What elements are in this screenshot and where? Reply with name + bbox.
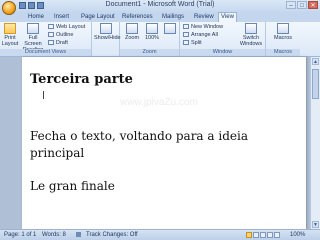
tab-references[interactable]: References (120, 13, 155, 22)
full-screen-view-icon[interactable] (253, 232, 259, 238)
print-layout-icon (4, 23, 16, 34)
group-label-window: Window (180, 49, 265, 56)
arrange-all-icon (183, 32, 189, 38)
new-window-button[interactable]: New Window (183, 24, 223, 31)
show-hide-button[interactable]: Show/Hide (94, 23, 121, 41)
zoom-100-button[interactable]: 100% (143, 23, 161, 41)
zoom-100-icon (146, 23, 158, 34)
page-count[interactable]: Page: 1 of 1 (4, 231, 36, 240)
window-controls: – □ ✕ (286, 1, 318, 9)
minimize-button[interactable]: – (286, 1, 296, 9)
tab-view[interactable]: View (218, 12, 237, 22)
outline-icon (48, 32, 54, 38)
tab-page-layout[interactable]: Page Layout (79, 13, 117, 22)
text-cursor (43, 91, 44, 99)
macros-button[interactable]: Macros (272, 23, 294, 41)
page-width-icon (164, 23, 176, 34)
web-layout-button[interactable]: Web Layout (48, 24, 85, 31)
track-changes-status[interactable]: Track Changes: Off (86, 231, 138, 240)
proofing-status[interactable] (76, 231, 83, 240)
scroll-up-icon[interactable]: ▲ (312, 58, 319, 65)
page-width-button[interactable] (161, 23, 179, 35)
draft-icon (48, 40, 54, 46)
body-paragraph: Fecha o texto, voltando para a ideia pri… (30, 129, 248, 160)
tab-mailings[interactable]: Mailings (160, 13, 186, 22)
switch-windows-icon (245, 23, 257, 34)
tab-review[interactable]: Review (192, 13, 216, 22)
window-title: Document1 - Microsoft Word (Trial) (105, 1, 215, 8)
group-label-document-views: Document Views (0, 49, 91, 56)
draft-button[interactable]: Draft (48, 40, 68, 47)
proofing-icon (76, 231, 81, 237)
group-document-views: Print Layout Full Screen Reading Web Lay… (0, 22, 92, 56)
draft-view-icon[interactable] (274, 232, 280, 238)
zoom-button[interactable]: Zoom (123, 23, 141, 41)
group-label-macros: Macros (266, 49, 300, 56)
switch-windows-button[interactable]: Switch Windows (238, 23, 264, 47)
web-layout-icon (48, 24, 54, 30)
tab-insert[interactable]: Insert (52, 13, 71, 22)
group-macros: Macros Macros (266, 22, 300, 56)
document-page[interactable]: Terceira parte www.jpivaZu.com Fecha o t… (22, 57, 306, 229)
title-bar: Document1 - Microsoft Word (Trial) – □ ✕ (0, 0, 320, 15)
full-screen-reading-icon (27, 23, 39, 34)
scroll-down-icon[interactable]: ▼ (312, 221, 319, 228)
document-area: Terceira parte www.jpivaZu.com Fecha o t… (0, 57, 320, 229)
print-layout-button[interactable]: Print Layout (1, 23, 19, 47)
ribbon-tabs: Home Insert Page Layout References Maili… (0, 12, 320, 22)
outline-button[interactable]: Outline (48, 32, 73, 39)
word-count[interactable]: Words: 8 (42, 231, 66, 240)
word-window: Document1 - Microsoft Word (Trial) – □ ✕… (0, 0, 320, 240)
group-label-zoom: Zoom (120, 49, 179, 56)
document-heading: Terceira parte (30, 72, 133, 87)
macros-icon (277, 23, 289, 34)
arrange-all-button[interactable]: Arrange All (183, 32, 218, 39)
show-hide-icon (100, 23, 112, 34)
group-zoom: Zoom 100% Zoom (120, 22, 180, 56)
ribbon: Print Layout Full Screen Reading Web Lay… (0, 22, 320, 57)
split-icon (183, 40, 189, 46)
vertical-scrollbar[interactable]: ▲ ▼ (310, 57, 320, 229)
print-layout-view-icon[interactable] (246, 232, 252, 238)
magnifier-icon (126, 23, 138, 34)
close-button[interactable]: ✕ (308, 1, 318, 9)
outline-view-icon[interactable] (267, 232, 273, 238)
office-button[interactable] (2, 1, 16, 15)
group-window: New Window Arrange All Split Switch Wind… (180, 22, 266, 56)
view-shortcuts (246, 232, 280, 238)
body-paragraph-2: Le gran finale (30, 179, 115, 193)
status-bar: Page: 1 of 1 Words: 8 Track Changes: Off… (0, 229, 320, 240)
zoom-level[interactable]: 100% (290, 231, 305, 240)
group-show-hide: Show/Hide (92, 22, 121, 56)
web-layout-view-icon[interactable] (260, 232, 266, 238)
tab-home[interactable]: Home (26, 13, 46, 22)
watermark-text: www.jpivaZu.com (120, 97, 198, 108)
maximize-button[interactable]: □ (297, 1, 307, 9)
scroll-thumb[interactable] (312, 69, 319, 99)
new-window-icon (183, 24, 189, 30)
split-button[interactable]: Split (183, 40, 202, 47)
